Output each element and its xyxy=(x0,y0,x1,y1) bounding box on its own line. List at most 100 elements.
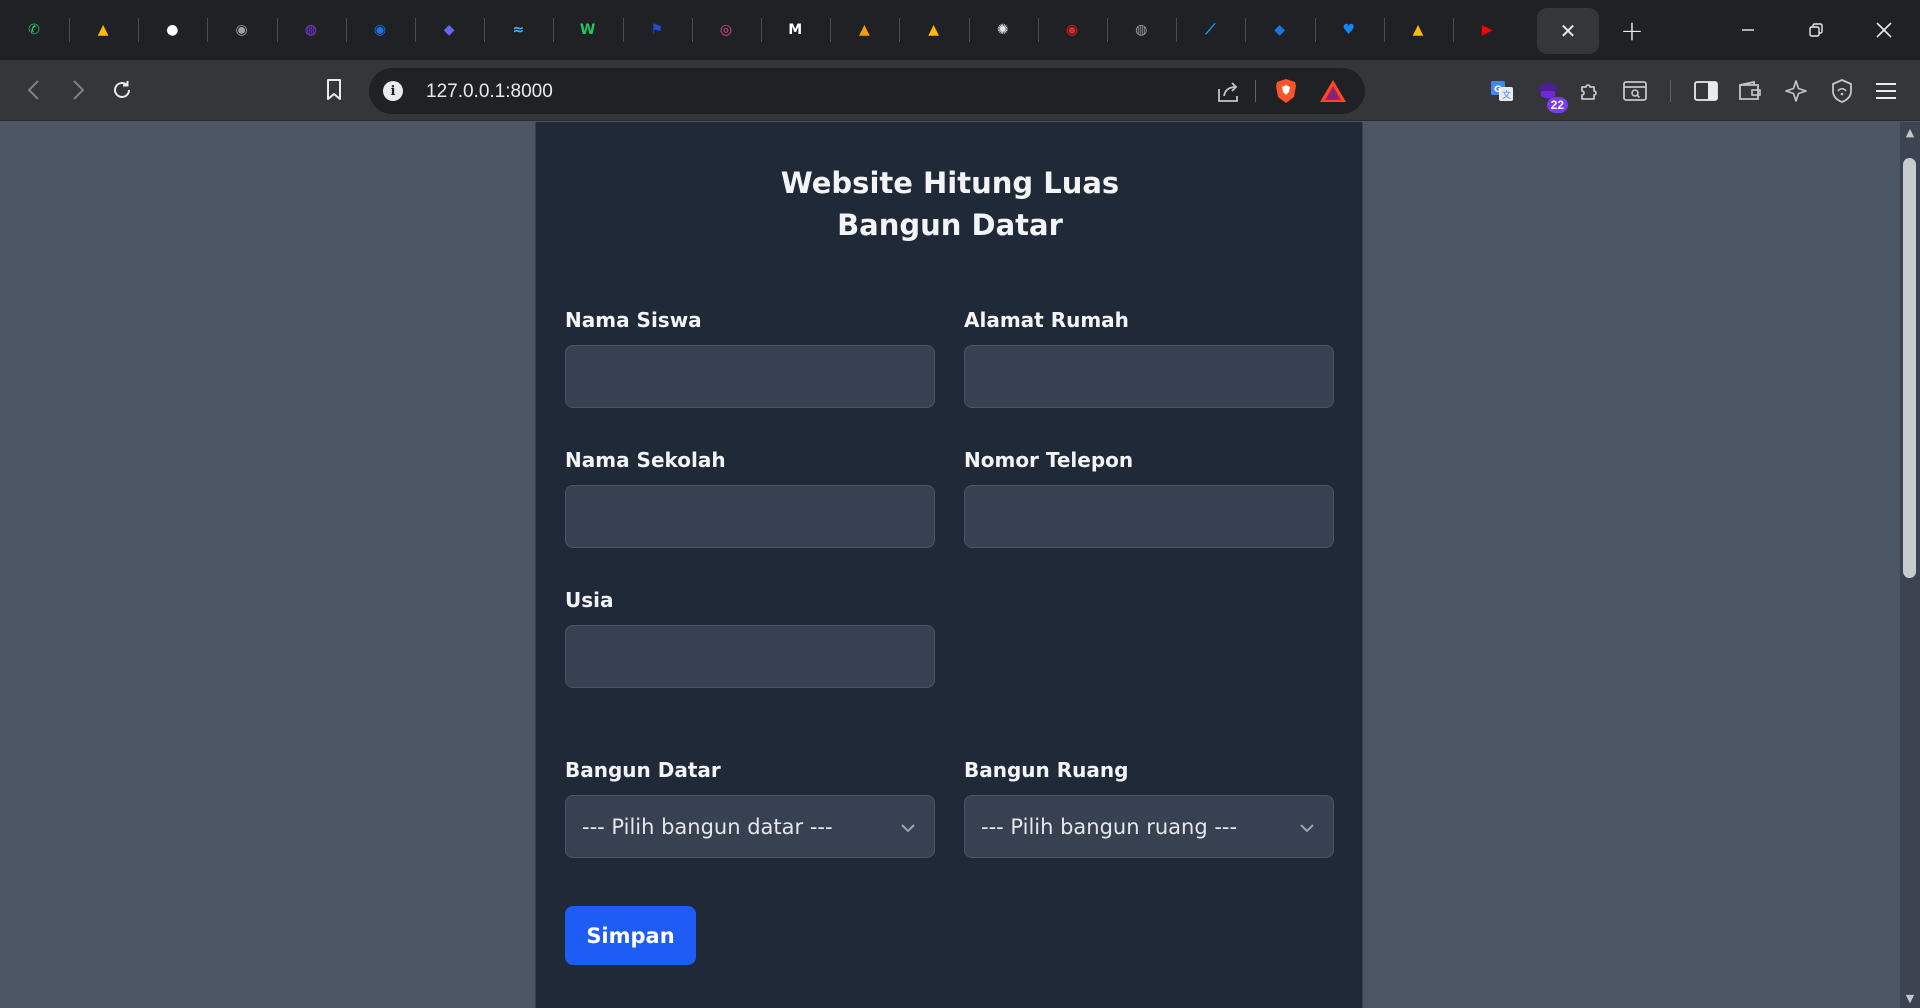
scroll-thumb[interactable] xyxy=(1903,158,1916,578)
app-icon: ▲ xyxy=(859,22,870,38)
chevron-right-icon xyxy=(73,80,85,100)
restore-button[interactable] xyxy=(1788,6,1844,54)
graduation-cap-extension-icon[interactable]: 22 xyxy=(1530,73,1568,113)
pinned-tab[interactable]: ▲ xyxy=(77,8,129,52)
globe-icon: ◍ xyxy=(1135,22,1148,38)
google-drive-icon: ▲ xyxy=(1412,22,1424,38)
active-tab-close-button[interactable]: ✕ xyxy=(1537,8,1599,54)
divider xyxy=(1670,80,1671,102)
pinned-tab[interactable]: ◍ xyxy=(1115,8,1167,52)
simpan-button[interactable]: Simpan xyxy=(565,906,696,965)
extension-badge: 22 xyxy=(1546,97,1568,113)
bangun-ruang-label: Bangun Ruang xyxy=(964,758,1129,782)
pinned-tab[interactable]: ◆ xyxy=(423,8,475,52)
tab-divider xyxy=(1245,18,1247,42)
pinned-tab[interactable]: ◉ xyxy=(1046,8,1098,52)
flag-icon: ⚑ xyxy=(650,22,664,38)
app-icon: ⟋ xyxy=(1205,22,1216,38)
medium-icon: M xyxy=(788,22,803,38)
google-drive-icon: ▲ xyxy=(97,22,109,38)
tab-divider xyxy=(415,18,416,42)
pinned-tab[interactable]: ◉ xyxy=(216,8,268,52)
pinned-tab[interactable]: W xyxy=(562,8,614,52)
bookmark-button[interactable] xyxy=(316,72,352,108)
tab-divider xyxy=(691,18,693,42)
pinned-tab[interactable]: ▲ xyxy=(1392,8,1444,52)
minimize-button[interactable] xyxy=(1720,6,1776,54)
nomor-telepon-label: Nomor Telepon xyxy=(964,448,1134,472)
browser-toolbar: i 127.0.0.1:8000 G文 22 xyxy=(0,60,1920,121)
wallet-icon[interactable] xyxy=(1732,73,1768,109)
tab-divider xyxy=(276,18,278,42)
pinned-tab[interactable]: ✺ xyxy=(977,8,1029,52)
pinned-tab[interactable]: ▲ xyxy=(908,8,960,52)
usia-input[interactable] xyxy=(565,625,935,688)
address-bar[interactable]: i 127.0.0.1:8000 xyxy=(369,68,1365,114)
pinned-tab[interactable]: ≈ xyxy=(492,8,544,52)
bangun-ruang-selected-value: --- Pilih bangun ruang --- xyxy=(981,815,1238,839)
brave-rewards-icon[interactable] xyxy=(1319,78,1347,104)
forward-button[interactable] xyxy=(58,70,98,110)
pinned-tab[interactable]: ◉ xyxy=(354,8,406,52)
bookmark-icon xyxy=(327,79,341,100)
pinned-tab[interactable]: ◍ xyxy=(285,8,337,52)
bangun-ruang-select[interactable]: --- Pilih bangun ruang --- xyxy=(964,795,1334,858)
nomor-telepon-input[interactable] xyxy=(964,485,1334,548)
github-icon: ● xyxy=(166,22,179,38)
pinned-tab[interactable]: ◆ xyxy=(1254,8,1306,52)
scroll-up-arrow-icon[interactable]: ▲ xyxy=(1904,126,1916,139)
svg-text:G: G xyxy=(1494,85,1501,95)
nama-sekolah-input[interactable] xyxy=(565,485,935,548)
bangun-datar-label: Bangun Datar xyxy=(565,758,721,782)
bangun-datar-select[interactable]: --- Pilih bangun datar --- xyxy=(565,795,935,858)
alamat-rumah-input[interactable] xyxy=(964,345,1334,408)
pinned-tab[interactable]: ✆ xyxy=(8,8,60,52)
vpn-shield-icon[interactable] xyxy=(1824,73,1860,109)
share-icon[interactable] xyxy=(1215,79,1241,105)
youtube-icon: ▶ xyxy=(1481,22,1493,38)
pinned-tab[interactable]: ▶ xyxy=(1461,8,1513,52)
close-window-button[interactable] xyxy=(1856,6,1912,54)
site-info-icon[interactable]: i xyxy=(383,81,403,101)
divider xyxy=(1255,80,1256,102)
pinned-tab[interactable]: ● xyxy=(146,8,198,52)
pinned-tab[interactable]: M xyxy=(769,8,821,52)
tab-divider xyxy=(761,18,762,42)
app-icon: ◎ xyxy=(719,22,733,38)
form-card: Website Hitung Luas Bangun Datar Nama Si… xyxy=(535,122,1363,1008)
back-button[interactable] xyxy=(14,70,54,110)
pinned-tab[interactable]: ⚑ xyxy=(631,8,683,52)
pinned-tab[interactable]: ⟋ xyxy=(1184,8,1236,52)
brave-shields-icon[interactable] xyxy=(1272,77,1300,105)
leo-ai-icon[interactable] xyxy=(1778,73,1814,109)
pinned-tab[interactable]: ▲ xyxy=(838,8,890,52)
app-icon: ◉ xyxy=(235,22,248,38)
tab-divider xyxy=(1314,18,1316,42)
tab-divider xyxy=(1176,18,1178,42)
url-text[interactable]: 127.0.0.1:8000 xyxy=(426,81,553,103)
tailwind-icon: ≈ xyxy=(512,22,525,38)
chevron-down-icon xyxy=(901,824,915,833)
reload-icon xyxy=(114,81,130,98)
restore-icon xyxy=(1809,23,1823,37)
page-scrollbar[interactable]: ▲ ▼ xyxy=(1900,122,1920,1008)
tab-search-icon[interactable] xyxy=(1617,73,1653,109)
pinned-tab[interactable]: ◎ xyxy=(700,8,752,52)
nama-siswa-input[interactable] xyxy=(565,345,935,408)
tab-divider xyxy=(345,18,347,42)
new-tab-button[interactable]: + xyxy=(1610,10,1654,50)
pinned-tab[interactable]: ♥ xyxy=(1323,8,1375,52)
google-drive-icon: ▲ xyxy=(928,22,939,38)
translate-extension-icon[interactable]: G文 xyxy=(1484,73,1520,109)
whatsapp-icon: ✆ xyxy=(28,22,40,38)
openai-icon: ✺ xyxy=(996,22,1009,38)
svg-text:文: 文 xyxy=(1502,89,1511,101)
reload-button[interactable] xyxy=(102,70,142,110)
minimize-icon xyxy=(1742,29,1754,31)
tab-divider xyxy=(899,18,901,42)
sidebar-toggle-icon[interactable] xyxy=(1688,73,1724,109)
scroll-down-arrow-icon[interactable]: ▼ xyxy=(1904,992,1916,1005)
bangun-datar-selected-value: --- Pilih bangun datar --- xyxy=(582,815,833,839)
menu-icon[interactable] xyxy=(1868,73,1904,109)
extensions-puzzle-icon[interactable] xyxy=(1572,73,1608,109)
